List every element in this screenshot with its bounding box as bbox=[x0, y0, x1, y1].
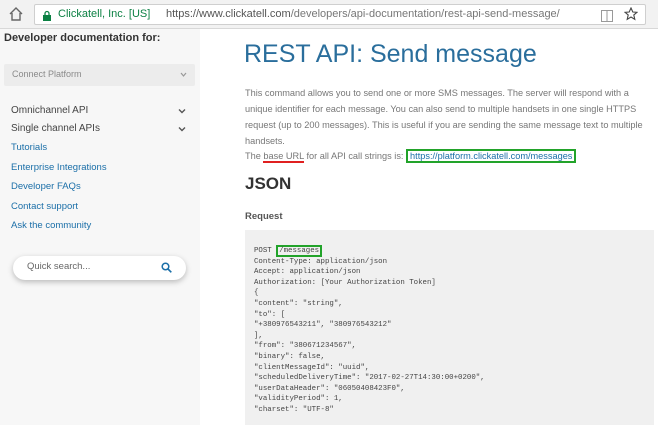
bookmark-star-icon[interactable] bbox=[623, 6, 639, 21]
site-identity: Clickatell, Inc. [US] bbox=[58, 8, 151, 20]
code-line: "validityPeriod": 1, bbox=[254, 395, 343, 404]
base-url-term: base URL bbox=[263, 151, 304, 163]
json-heading: JSON bbox=[245, 174, 292, 193]
code-line: { bbox=[254, 289, 259, 298]
browser-address-bar: Clickatell, Inc. [US] https://www.clicka… bbox=[0, 0, 658, 29]
base-url-link[interactable]: https://platform.clickatell.com/messages bbox=[406, 149, 577, 163]
code-line: "charset": "UTF-8" bbox=[254, 405, 334, 414]
url-path: /developers/api-documentation/rest-api-s… bbox=[290, 8, 560, 20]
sidebar-title: Developer documentation for: bbox=[4, 32, 161, 44]
request-label: Request bbox=[245, 211, 283, 222]
code-line: Authorization: [Your Authorization Token… bbox=[254, 278, 436, 287]
url-text[interactable]: https://www.clickatell.com/developers/ap… bbox=[166, 8, 560, 20]
code-line: "clientMessageId": "uuid", bbox=[254, 363, 370, 372]
lock-icon bbox=[42, 9, 52, 21]
sidebar-item-label: Single channel APIs bbox=[11, 123, 100, 134]
code-line: Accept: application/json bbox=[254, 268, 361, 277]
sidebar-link-developer-faqs[interactable]: Developer FAQs bbox=[11, 181, 81, 192]
code-line: "binary": false, bbox=[254, 352, 325, 361]
code-line: "+380976543211", "380976543212" bbox=[254, 321, 392, 330]
platform-select-value: Connect Platform bbox=[12, 69, 82, 79]
sidebar-item-omnichannel-api[interactable]: Omnichannel API bbox=[11, 105, 186, 116]
code-line-method: POST /messages bbox=[254, 245, 654, 257]
sidebar-item-label: Omnichannel API bbox=[11, 105, 89, 116]
sidebar: Developer documentation for: Connect Pla… bbox=[0, 29, 200, 425]
sidebar-item-single-channel-apis[interactable]: Single channel APIs bbox=[11, 123, 186, 134]
code-line: "content": "string", bbox=[254, 299, 343, 308]
sidebar-link-contact-support[interactable]: Contact support bbox=[11, 201, 78, 212]
sidebar-link-enterprise-integrations[interactable]: Enterprise Integrations bbox=[11, 162, 107, 173]
request-code-block: POST /messages Content-Type: application… bbox=[245, 230, 654, 425]
code-line: ], bbox=[254, 331, 263, 340]
reader-mode-icon[interactable] bbox=[601, 9, 613, 22]
quick-search bbox=[13, 256, 186, 280]
url-field[interactable]: Clickatell, Inc. [US] https://www.clicka… bbox=[34, 4, 646, 25]
quick-search-input[interactable] bbox=[27, 261, 157, 272]
base-url-line: The base URL for all API call strings is… bbox=[245, 149, 577, 163]
chevron-down-icon bbox=[178, 127, 186, 132]
code-line: "scheduledDeliveryTime": "2017-02-27T14:… bbox=[254, 374, 485, 383]
search-icon[interactable] bbox=[161, 262, 172, 273]
code-line: "userDataHeader": "06050408423F0", bbox=[254, 384, 405, 393]
chevron-down-icon bbox=[178, 109, 186, 114]
code-line: "to": [ bbox=[254, 310, 286, 319]
code-method: POST bbox=[254, 247, 277, 255]
home-icon[interactable] bbox=[8, 6, 24, 22]
base-url-middle: for all API call strings is: bbox=[303, 151, 407, 161]
chevron-down-icon bbox=[180, 72, 187, 77]
code-endpoint: /messages bbox=[276, 245, 323, 257]
url-base: https://www.clickatell.com bbox=[166, 8, 291, 20]
platform-select[interactable]: Connect Platform bbox=[4, 64, 195, 86]
intro-paragraph: This command allows you to send one or m… bbox=[245, 88, 643, 146]
base-url-prefix: The bbox=[245, 151, 264, 161]
code-line: "from": "380671234567", bbox=[254, 342, 357, 351]
page-title: REST API: Send message bbox=[244, 40, 537, 68]
sidebar-link-ask-the-community[interactable]: Ask the community bbox=[11, 220, 91, 231]
code-line: Content-Type: application/json bbox=[254, 257, 388, 266]
sidebar-link-tutorials[interactable]: Tutorials bbox=[11, 142, 47, 153]
